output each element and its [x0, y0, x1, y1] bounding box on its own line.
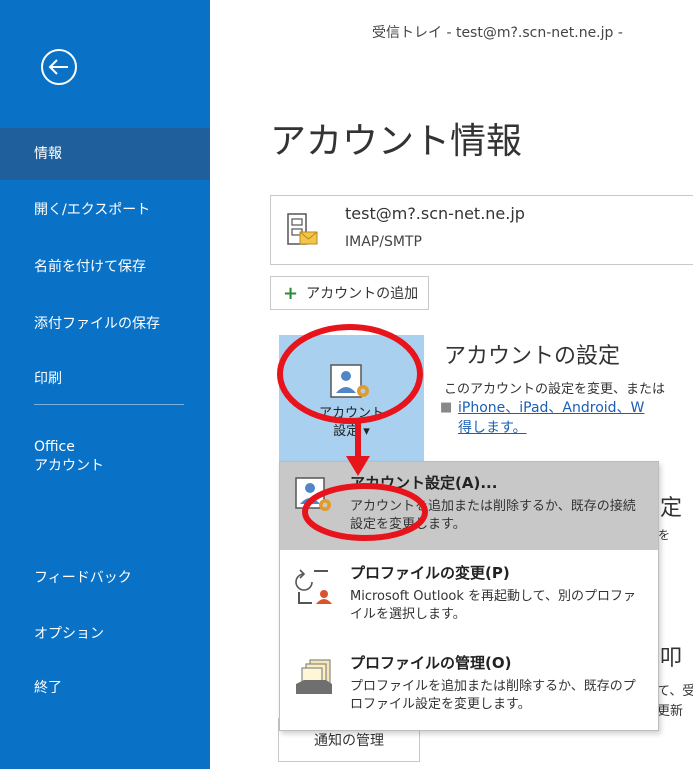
sidebar-item-label: 開く/エクスポート	[34, 202, 151, 218]
settings-tile-line1: アカウント	[318, 406, 384, 421]
sidebar-item-print[interactable]: 印刷	[0, 353, 210, 405]
link-line1: iPhone、iPad、Android、W	[458, 400, 645, 416]
add-account-label: アカウントの追加	[306, 286, 419, 302]
account-type: IMAP/SMTP	[345, 234, 422, 250]
sidebar-item-label: フィードバック	[34, 570, 132, 586]
sidebar-item-label: 印刷	[34, 371, 62, 387]
account-email: test@m?.scn-net.ne.jp	[345, 204, 525, 223]
section-description: このアカウントの設定を変更、または	[444, 382, 666, 397]
mobile-setup-link[interactable]: iPhone、iPad、Android、W 得します。	[458, 398, 644, 438]
sidebar-item-open-export[interactable]: 開く/エクスポート	[0, 184, 210, 236]
page-title: アカウント情報	[270, 121, 523, 162]
sidebar-item-exit[interactable]: 終了	[0, 662, 210, 714]
menu-item-title: プロファイルの変更(P)	[350, 564, 510, 582]
sidebar-item-save-attachments[interactable]: 添付ファイルの保存	[0, 298, 210, 350]
menu-item-description: プロファイルを追加または削除するか、既存のプロファイル設定を変更します。	[350, 679, 636, 712]
sidebar-item-label: Office	[34, 439, 75, 455]
sidebar-item-info[interactable]: 情報	[0, 128, 210, 180]
sidebar-item-label: アカウント	[34, 458, 104, 474]
section-title: アカウントの設定	[444, 344, 621, 369]
background-heading-fragment: 叩	[660, 646, 683, 671]
back-arrow-icon[interactable]	[40, 48, 78, 86]
sidebar-item-label: 情報	[34, 146, 62, 162]
plus-icon: +	[283, 282, 299, 304]
menu-item-description: Microsoft Outlook を再起動して、別のプロファイルを選択します。	[350, 589, 637, 622]
sidebar-item-save-as[interactable]: 名前を付けて保存	[0, 241, 210, 293]
menu-item-description: アカウントを追加または削除するか、既存の接続設定を変更します。	[350, 499, 636, 532]
account-selector[interactable]: test@m?.scn-net.ne.jp IMAP/SMTP	[270, 195, 693, 265]
menu-item-account-settings[interactable]: アカウント設定(A)... アカウントを追加または削除するか、既存の接続設定を変…	[280, 462, 658, 550]
account-settings-button[interactable]: アカウント 設定 ▾	[279, 335, 424, 467]
background-text-fragment: て、受 更新	[657, 682, 693, 722]
bg-line: て、受	[657, 684, 693, 699]
account-settings-label: アカウント 設定 ▾	[279, 405, 424, 441]
account-settings-icon	[292, 474, 338, 520]
background-text-fragment: を	[658, 528, 671, 542]
mail-account-icon	[285, 210, 319, 250]
add-account-button[interactable]: + アカウントの追加	[270, 276, 430, 310]
menu-item-title: アカウント設定(A)...	[350, 474, 498, 492]
sidebar-item-label: オプション	[34, 626, 104, 642]
account-settings-menu: アカウント設定(A)... アカウントを追加または削除するか、既存の接続設定を変…	[279, 461, 659, 731]
window-title: 受信トレイ - test@m?.scn-net.ne.jp -	[372, 25, 623, 41]
menu-item-title: プロファイルの管理(O)	[350, 654, 512, 672]
sidebar-divider	[34, 404, 184, 405]
settings-tile-line2: 設定 ▾	[333, 424, 370, 439]
sidebar-item-feedback[interactable]: フィードバック	[0, 552, 210, 604]
profile-change-icon	[292, 564, 338, 610]
sidebar-item-label: 添付ファイルの保存	[34, 316, 160, 332]
menu-item-manage-profiles[interactable]: プロファイルの管理(O) プロファイルを追加または削除するか、既存のプロファイル…	[280, 642, 658, 730]
menu-item-change-profile[interactable]: プロファイルの変更(P) Microsoft Outlook を再起動して、別の…	[280, 552, 658, 640]
bullet-icon: ■	[440, 400, 453, 415]
profile-manage-icon	[292, 654, 338, 700]
bg-line: 更新	[657, 704, 684, 719]
sidebar-item-office-account[interactable]: Office アカウント	[0, 431, 210, 483]
sidebar-item-label: 名前を付けて保存	[34, 259, 146, 275]
account-settings-icon	[327, 361, 377, 407]
background-heading-fragment: 定	[660, 496, 683, 521]
sidebar-item-options[interactable]: オプション	[0, 608, 210, 660]
backstage-sidebar: 情報 開く/エクスポート 名前を付けて保存 添付ファイルの保存 印刷 Offic…	[0, 0, 210, 769]
link-line2: 得します。	[458, 420, 527, 436]
sidebar-item-label: 終了	[34, 680, 62, 696]
